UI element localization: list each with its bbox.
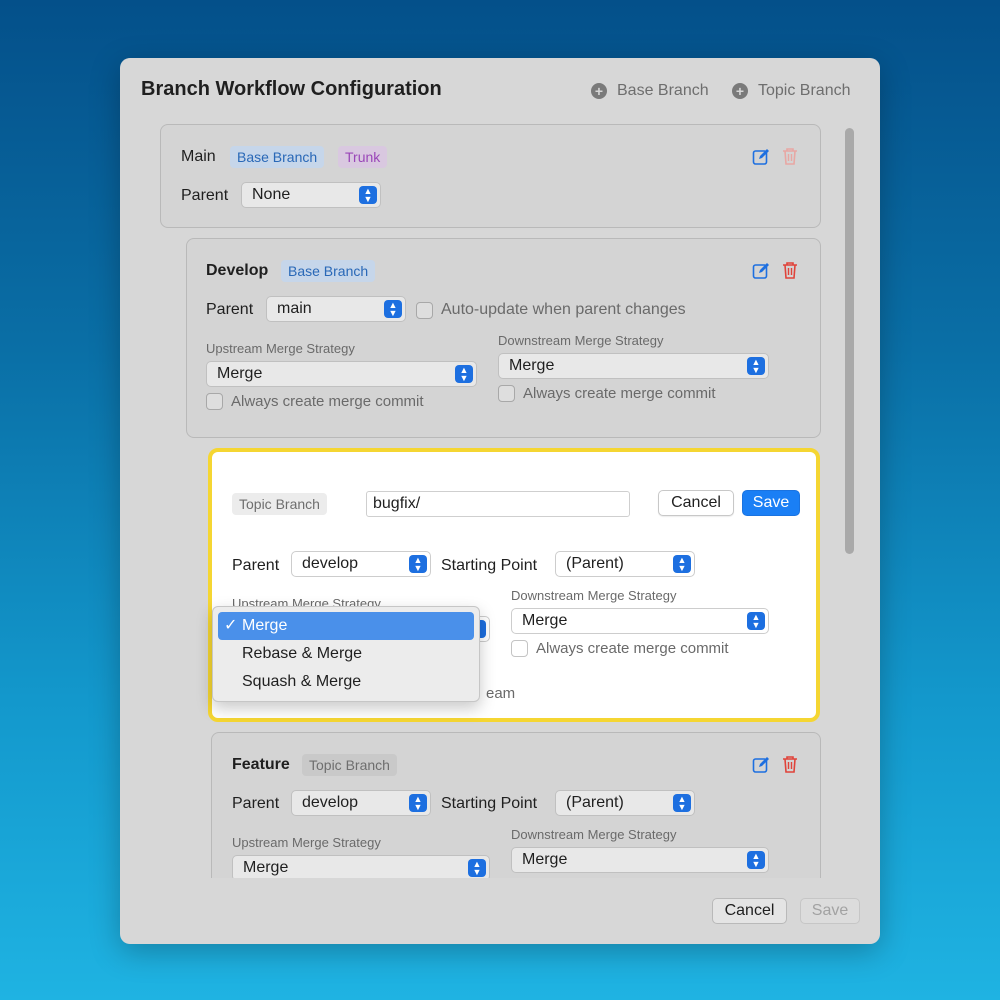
branch-card-feature: Feature Topic Branch Parent develop ▲ ▼ S…: [211, 732, 821, 878]
edit-icon[interactable]: [752, 756, 770, 774]
starting-point-label: Starting Point: [441, 795, 538, 812]
chevron-updown-icon: ▲▼: [747, 851, 765, 869]
starting-point-select[interactable]: (Parent) ▲ ▼: [555, 790, 695, 816]
chevron-updown-icon: ▲▼: [468, 859, 486, 877]
scroll-clip: Feature Topic Branch Parent develop ▲ ▼ S…: [120, 58, 840, 878]
downstream-strategy-label: Downstream Merge Strategy: [511, 827, 677, 842]
branch-name: Feature: [232, 756, 290, 773]
topic-branch-tag: Topic Branch: [302, 754, 397, 776]
downstream-strategy-select[interactable]: Merge ▲ ▼: [511, 847, 769, 873]
save-button[interactable]: Save: [800, 898, 860, 924]
upstream-strategy-select[interactable]: Merge ▲ ▼: [232, 855, 490, 878]
parent-label: Parent: [232, 795, 280, 812]
chevron-updown-icon: ▲▼: [409, 794, 427, 812]
config-window: Branch Workflow Configuration + Base Bra…: [120, 58, 880, 944]
cancel-button[interactable]: Cancel: [712, 898, 787, 924]
scrollbar-thumb[interactable]: [845, 128, 854, 554]
downstream-strategy-value: Merge: [522, 851, 568, 868]
starting-point-value: (Parent): [566, 794, 624, 811]
upstream-strategy-label: Upstream Merge Strategy: [232, 835, 381, 850]
trash-icon[interactable]: [781, 755, 799, 773]
chevron-updown-icon: ▲▼: [673, 794, 691, 812]
parent-select-value: develop: [302, 794, 359, 811]
upstream-strategy-value: Merge: [243, 859, 289, 876]
parent-select[interactable]: develop ▲ ▼: [291, 790, 431, 816]
